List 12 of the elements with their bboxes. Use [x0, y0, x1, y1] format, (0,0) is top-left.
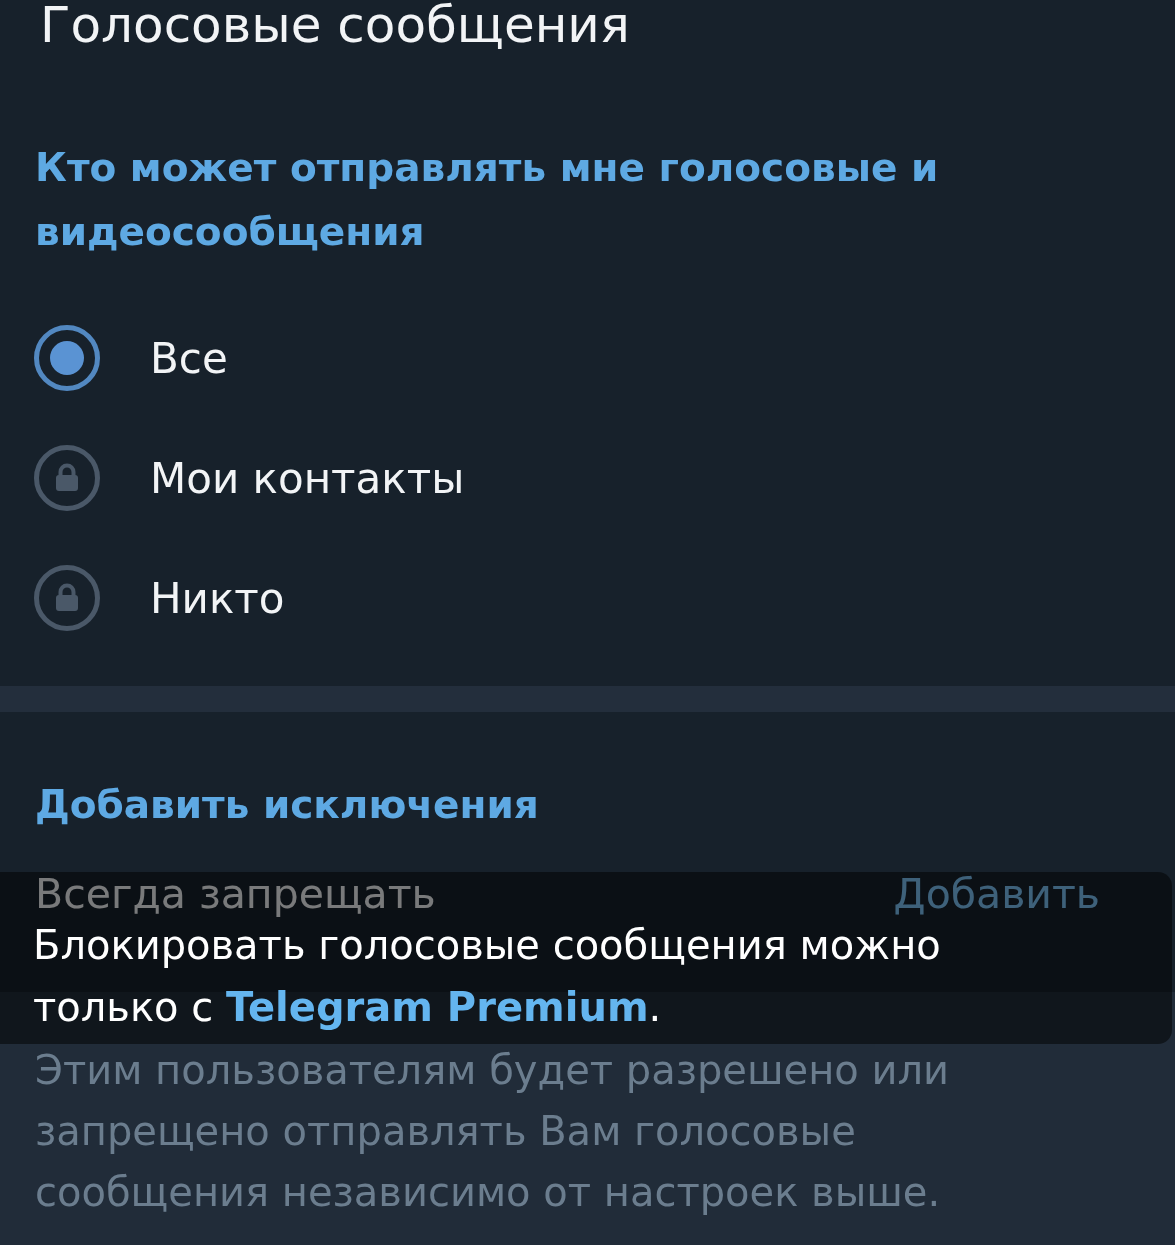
footer-note: Этим пользователям будет разрешено или запрещено отправлять Вам голосовые сообщения независимо от настроек выше.: [35, 1046, 951, 1217]
radio-button[interactable]: [34, 325, 100, 391]
option-label: Мои контакты: [150, 452, 465, 505]
page-title: Голосовые сообщения: [40, 0, 630, 51]
section-heading: Добавить исключения: [35, 780, 539, 829]
premium-link[interactable]: Telegram Premium: [225, 984, 649, 1030]
locked-radio-button[interactable]: [34, 565, 100, 631]
option-label: Все: [150, 332, 228, 385]
toast-message: Блокировать голосовые сообщения можно только с Telegram Premium.: [33, 921, 942, 1032]
locked-radio-button[interactable]: [34, 445, 100, 511]
option-label: Никто: [150, 572, 285, 625]
section-heading: Кто может отправлять мне голосовые и видеосообщения: [35, 144, 940, 256]
